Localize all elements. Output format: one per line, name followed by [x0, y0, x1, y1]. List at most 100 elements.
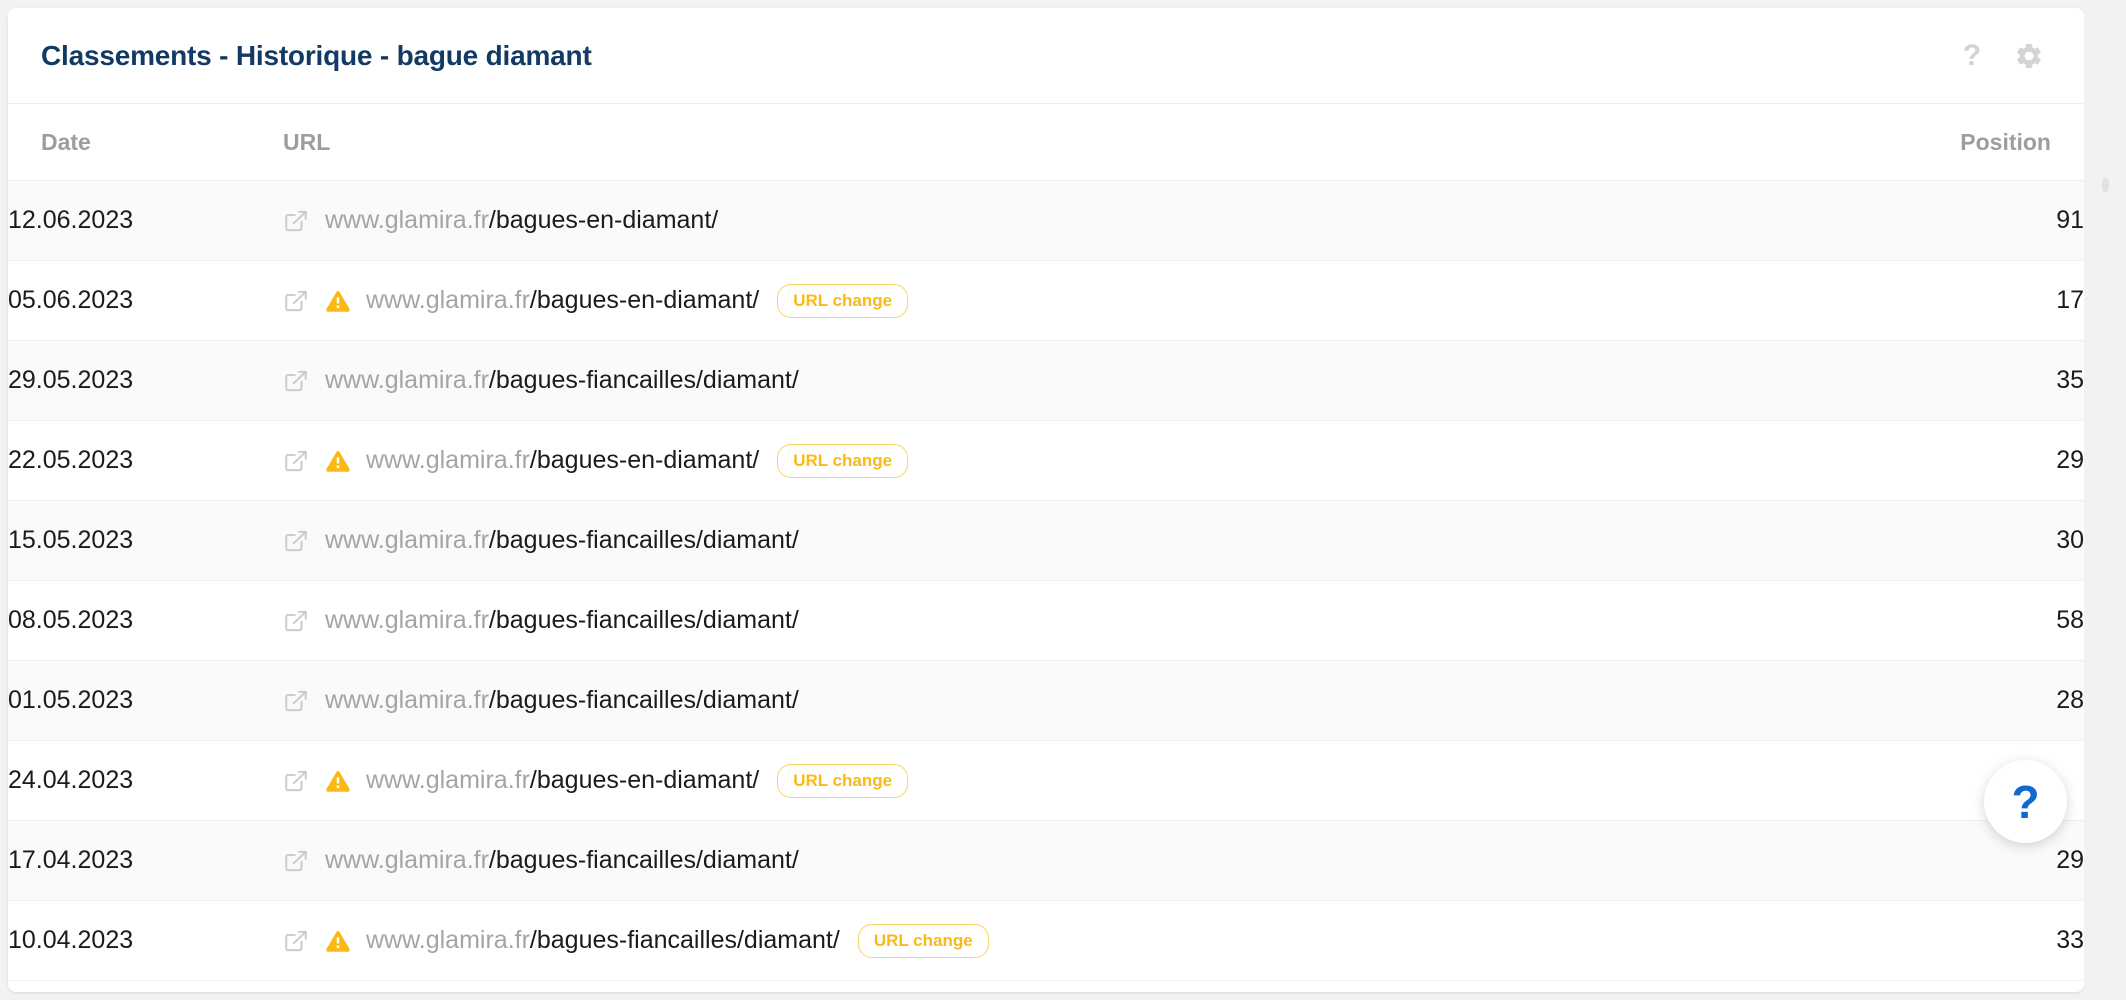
url-domain: www.glamira.fr	[325, 686, 489, 714]
header-actions: ?	[1960, 40, 2044, 72]
table-row[interactable]: 05.06.2023 www.glamira.fr/bagues-en-diama…	[8, 260, 2084, 341]
settings-gear-icon[interactable]	[2014, 41, 2044, 71]
url-link[interactable]: www.glamira.fr/bagues-fiancailles/diaman…	[366, 928, 840, 953]
url-cell-content: www.glamira.fr/bagues-en-diamant/	[283, 208, 1784, 234]
url-link[interactable]: www.glamira.fr/bagues-fiancailles/diaman…	[325, 848, 799, 873]
table-row[interactable]: 17.04.2023 www.glamira.fr/bagues-fiancail…	[8, 820, 2084, 901]
cell-date: 24.04.2023	[8, 740, 283, 821]
url-link[interactable]: www.glamira.fr/bagues-en-diamant/	[325, 208, 718, 233]
url-cell-content: www.glamira.fr/bagues-fiancailles/diaman…	[283, 923, 1784, 958]
cell-date: 17.04.2023	[8, 820, 283, 901]
external-link-icon[interactable]	[283, 848, 309, 874]
url-cell-content: www.glamira.fr/bagues-fiancailles/diaman…	[283, 368, 1784, 394]
external-link-icon[interactable]	[283, 608, 309, 634]
help-icon[interactable]: ?	[1960, 40, 1984, 72]
url-link[interactable]: www.glamira.fr/bagues-fiancailles/diaman…	[325, 688, 799, 713]
url-path: /bagues-en-diamant/	[529, 766, 760, 794]
url-path: /bagues-en-diamant/	[529, 446, 760, 474]
url-path: /bagues-fiancailles/diamant/	[529, 926, 840, 954]
url-domain: www.glamira.fr	[366, 766, 530, 794]
cell-date: 22.05.2023	[8, 420, 283, 501]
external-link-icon[interactable]	[283, 448, 309, 474]
column-header-date[interactable]: Date	[8, 104, 283, 181]
cell-url: www.glamira.fr/bagues-fiancailles/diaman…	[283, 580, 1784, 661]
url-link[interactable]: www.glamira.fr/bagues-fiancailles/diaman…	[325, 608, 799, 633]
table-row[interactable]: 08.05.2023 www.glamira.fr/bagues-fiancail…	[8, 580, 2084, 661]
table-row[interactable]: 01.05.2023 www.glamira.fr/bagues-fiancail…	[8, 660, 2084, 741]
cell-url: www.glamira.fr/bagues-en-diamant/URL cha…	[283, 260, 1784, 341]
url-link[interactable]: www.glamira.fr/bagues-en-diamant/	[366, 288, 759, 313]
cell-url: www.glamira.fr/bagues-en-diamant/	[283, 180, 1784, 261]
cell-position: 33	[1784, 900, 2084, 981]
table-row[interactable]: 29.05.2023 www.glamira.fr/bagues-fiancail…	[8, 340, 2084, 421]
table-header-row: Date URL Position	[8, 104, 2084, 181]
page-title: Classements - Historique - bague diamant	[41, 39, 592, 71]
table-row[interactable]: 12.06.2023 www.glamira.fr/bagues-en-diama…	[8, 180, 2084, 261]
url-domain: www.glamira.fr	[325, 366, 489, 394]
cell-date: 01.05.2023	[8, 660, 283, 741]
url-change-badge[interactable]: URL change	[777, 763, 909, 798]
warning-triangle-icon	[325, 768, 351, 794]
url-path: /bagues-fiancailles/diamant/	[488, 846, 799, 874]
cell-position: 29	[1784, 420, 2084, 501]
cell-date: 08.05.2023	[8, 580, 283, 661]
ranking-history-card: Classements - Historique - bague diamant…	[8, 8, 2084, 992]
url-link[interactable]: www.glamira.fr/bagues-fiancailles/diaman…	[325, 368, 799, 393]
cell-url: www.glamira.fr/bagues-fiancailles/diaman…	[283, 900, 1784, 981]
column-header-position[interactable]: Position	[1784, 104, 2084, 181]
url-change-badge[interactable]: URL change	[857, 923, 989, 958]
url-cell-content: www.glamira.fr/bagues-fiancailles/diaman…	[283, 688, 1784, 714]
cell-url: www.glamira.fr/bagues-fiancailles/diaman…	[283, 660, 1784, 741]
table-body: 12.06.2023 www.glamira.fr/bagues-en-diama…	[8, 180, 2084, 981]
table-row[interactable]: 10.04.2023 www.glamira.fr/bagues-fiancail…	[8, 900, 2084, 981]
url-domain: www.glamira.fr	[366, 446, 530, 474]
external-link-icon[interactable]	[283, 368, 309, 394]
url-cell-content: www.glamira.fr/bagues-en-diamant/URL cha…	[283, 443, 1784, 478]
table-row[interactable]: 24.04.2023 www.glamira.fr/bagues-en-diama…	[8, 740, 2084, 821]
url-change-badge[interactable]: URL change	[777, 443, 909, 478]
cell-position: 58	[1784, 580, 2084, 661]
url-domain: www.glamira.fr	[325, 206, 489, 234]
url-domain: www.glamira.fr	[325, 606, 489, 634]
url-cell-content: www.glamira.fr/bagues-fiancailles/diaman…	[283, 528, 1784, 554]
url-link[interactable]: www.glamira.fr/bagues-fiancailles/diaman…	[325, 528, 799, 553]
ranking-history-table: Date URL Position 12.06.2023 www.glamira.…	[8, 104, 2084, 981]
cell-url: www.glamira.fr/bagues-fiancailles/diaman…	[283, 500, 1784, 581]
cell-position: 91	[1784, 180, 2084, 261]
url-domain: www.glamira.fr	[366, 286, 530, 314]
column-header-url[interactable]: URL	[283, 104, 1784, 181]
warning-triangle-icon	[325, 448, 351, 474]
url-link[interactable]: www.glamira.fr/bagues-en-diamant/	[366, 768, 759, 793]
url-domain: www.glamira.fr	[366, 926, 530, 954]
cell-date: 29.05.2023	[8, 340, 283, 421]
external-link-icon[interactable]	[283, 208, 309, 234]
table-row[interactable]: 15.05.2023 www.glamira.fr/bagues-fiancail…	[8, 500, 2084, 581]
external-link-icon[interactable]	[283, 288, 309, 314]
cell-url: www.glamira.fr/bagues-fiancailles/diaman…	[283, 820, 1784, 901]
url-domain: www.glamira.fr	[325, 846, 489, 874]
url-path: /bagues-fiancailles/diamant/	[488, 366, 799, 394]
floating-help-button[interactable]: ?	[1984, 760, 2067, 843]
cell-position: 28	[1784, 660, 2084, 741]
cell-date: 10.04.2023	[8, 900, 283, 981]
external-link-icon[interactable]	[283, 768, 309, 794]
cell-date: 05.06.2023	[8, 260, 283, 341]
external-link-icon[interactable]	[283, 688, 309, 714]
cell-date: 12.06.2023	[8, 180, 283, 261]
external-link-icon[interactable]	[283, 528, 309, 554]
warning-triangle-icon	[325, 288, 351, 314]
scrollbar-thumb[interactable]	[2102, 178, 2109, 192]
url-cell-content: www.glamira.fr/bagues-en-diamant/URL cha…	[283, 763, 1784, 798]
cell-position: 17	[1784, 260, 2084, 341]
cell-url: www.glamira.fr/bagues-en-diamant/URL cha…	[283, 740, 1784, 821]
url-change-badge[interactable]: URL change	[777, 283, 909, 318]
page-scroll-gutter[interactable]	[2084, 0, 2126, 1000]
external-link-icon[interactable]	[283, 928, 309, 954]
table-head: Date URL Position	[8, 104, 2084, 181]
url-link[interactable]: www.glamira.fr/bagues-en-diamant/	[366, 448, 759, 473]
warning-triangle-icon	[325, 928, 351, 954]
cell-url: www.glamira.fr/bagues-en-diamant/URL cha…	[283, 420, 1784, 501]
table-row[interactable]: 22.05.2023 www.glamira.fr/bagues-en-diama…	[8, 420, 2084, 501]
url-cell-content: www.glamira.fr/bagues-en-diamant/URL cha…	[283, 283, 1784, 318]
url-path: /bagues-fiancailles/diamant/	[488, 606, 799, 634]
